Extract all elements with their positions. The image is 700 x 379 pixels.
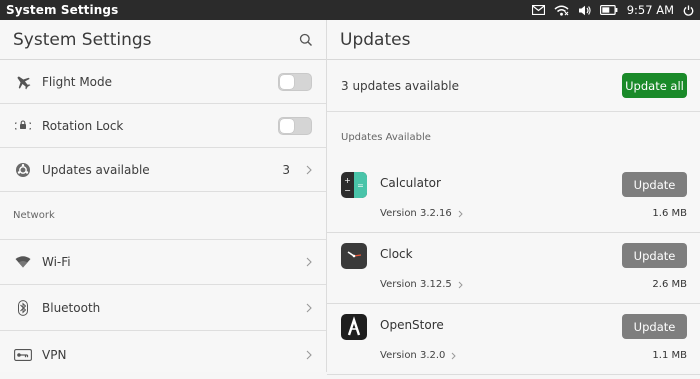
rotation-lock-row[interactable]: Rotation Lock	[0, 104, 326, 148]
app-name: OpenStore	[380, 318, 444, 332]
page-title: System Settings	[13, 29, 152, 50]
battery-icon[interactable]	[599, 5, 618, 15]
app-version[interactable]: Version 3.12.5	[380, 279, 463, 290]
update-item-clock: Clock Version 3.12.5 Update 2.6 MB	[327, 233, 700, 304]
chevron-right-icon	[306, 165, 312, 175]
svg-text:−: −	[344, 186, 351, 195]
update-item-openstore: OpenStore Version 3.2.0 Update 1.1 MB	[327, 304, 700, 375]
svg-text:=: =	[357, 181, 364, 190]
svg-text:+: +	[344, 176, 351, 185]
bluetooth-icon	[13, 299, 33, 316]
updates-available-label: Updates available	[42, 162, 150, 177]
update-button[interactable]: Update	[622, 172, 687, 197]
update-item-calculator: + − = Calculator Version 3.2.16 Update 1.6…	[327, 162, 700, 233]
updates-available-row[interactable]: Updates available 3	[0, 148, 326, 192]
status-indicators: 9:57 AM	[531, 3, 694, 17]
search-icon[interactable]	[299, 33, 313, 47]
app-size: 1.1 MB	[652, 350, 687, 361]
rotation-lock-label: Rotation Lock	[42, 118, 124, 133]
chevron-right-icon	[306, 257, 312, 267]
mail-icon[interactable]	[531, 5, 545, 15]
chevron-right-icon	[452, 352, 457, 359]
app-version-text: Version 3.2.16	[380, 208, 452, 219]
app-size: 1.6 MB	[652, 208, 687, 219]
app-version-text: Version 3.2.0	[380, 350, 446, 361]
update-all-button[interactable]: Update all	[622, 73, 687, 98]
updates-title: Updates	[340, 29, 411, 50]
wifi-icon[interactable]	[554, 5, 569, 16]
chevron-right-icon	[306, 303, 312, 313]
updates-panel: Updates 3 updates available Update all U…	[327, 20, 700, 375]
app-name: Clock	[380, 247, 413, 261]
app-version[interactable]: Version 3.2.16	[380, 208, 463, 219]
rotation-lock-icon	[13, 119, 33, 133]
openstore-icon	[341, 314, 367, 340]
rotation-lock-toggle[interactable]	[278, 116, 312, 135]
update-button[interactable]: Update	[622, 314, 687, 339]
flight-mode-toggle[interactable]	[278, 72, 312, 91]
bluetooth-label: Bluetooth	[42, 300, 101, 315]
updates-icon	[13, 162, 33, 178]
toggle-knob	[280, 74, 294, 89]
settings-panel: System Settings Flight Mode Rotation Loc…	[0, 20, 327, 372]
wifi-icon	[13, 256, 33, 268]
updates-count: 3	[282, 162, 290, 177]
chevron-right-icon	[458, 281, 463, 288]
flight-mode-label: Flight Mode	[42, 74, 113, 89]
app-name: Calculator	[380, 176, 441, 190]
clock-icon	[341, 243, 367, 269]
updates-available-section-header: Updates Available	[341, 131, 431, 143]
wifi-label: Wi-Fi	[42, 255, 71, 269]
vpn-icon	[13, 349, 33, 361]
settings-header: System Settings	[0, 20, 326, 60]
status-bar: System Settings 9:57 AM	[0, 0, 700, 20]
update-button[interactable]: Update	[622, 243, 687, 268]
chevron-right-icon	[458, 210, 463, 217]
volume-icon[interactable]	[578, 5, 591, 16]
clock-time[interactable]: 9:57 AM	[627, 3, 674, 17]
wifi-row[interactable]: Wi-Fi	[0, 240, 326, 285]
app-version-text: Version 3.12.5	[380, 279, 452, 290]
flight-mode-row[interactable]: Flight Mode	[0, 60, 326, 104]
power-icon[interactable]	[683, 5, 694, 16]
updates-summary: 3 updates available Update all	[327, 60, 700, 112]
status-bar-title: System Settings	[6, 3, 119, 17]
bluetooth-row[interactable]: Bluetooth	[0, 285, 326, 331]
network-section-header: Network	[0, 192, 326, 240]
airplane-icon	[13, 74, 33, 90]
vpn-label: VPN	[42, 348, 67, 362]
app-version[interactable]: Version 3.2.0	[380, 350, 457, 361]
chevron-right-icon	[306, 350, 312, 360]
app-size: 2.6 MB	[652, 279, 687, 290]
calculator-icon: + − =	[341, 172, 367, 198]
updates-summary-text: 3 updates available	[341, 78, 459, 93]
toggle-knob	[280, 118, 294, 133]
updates-header: Updates	[327, 20, 700, 60]
